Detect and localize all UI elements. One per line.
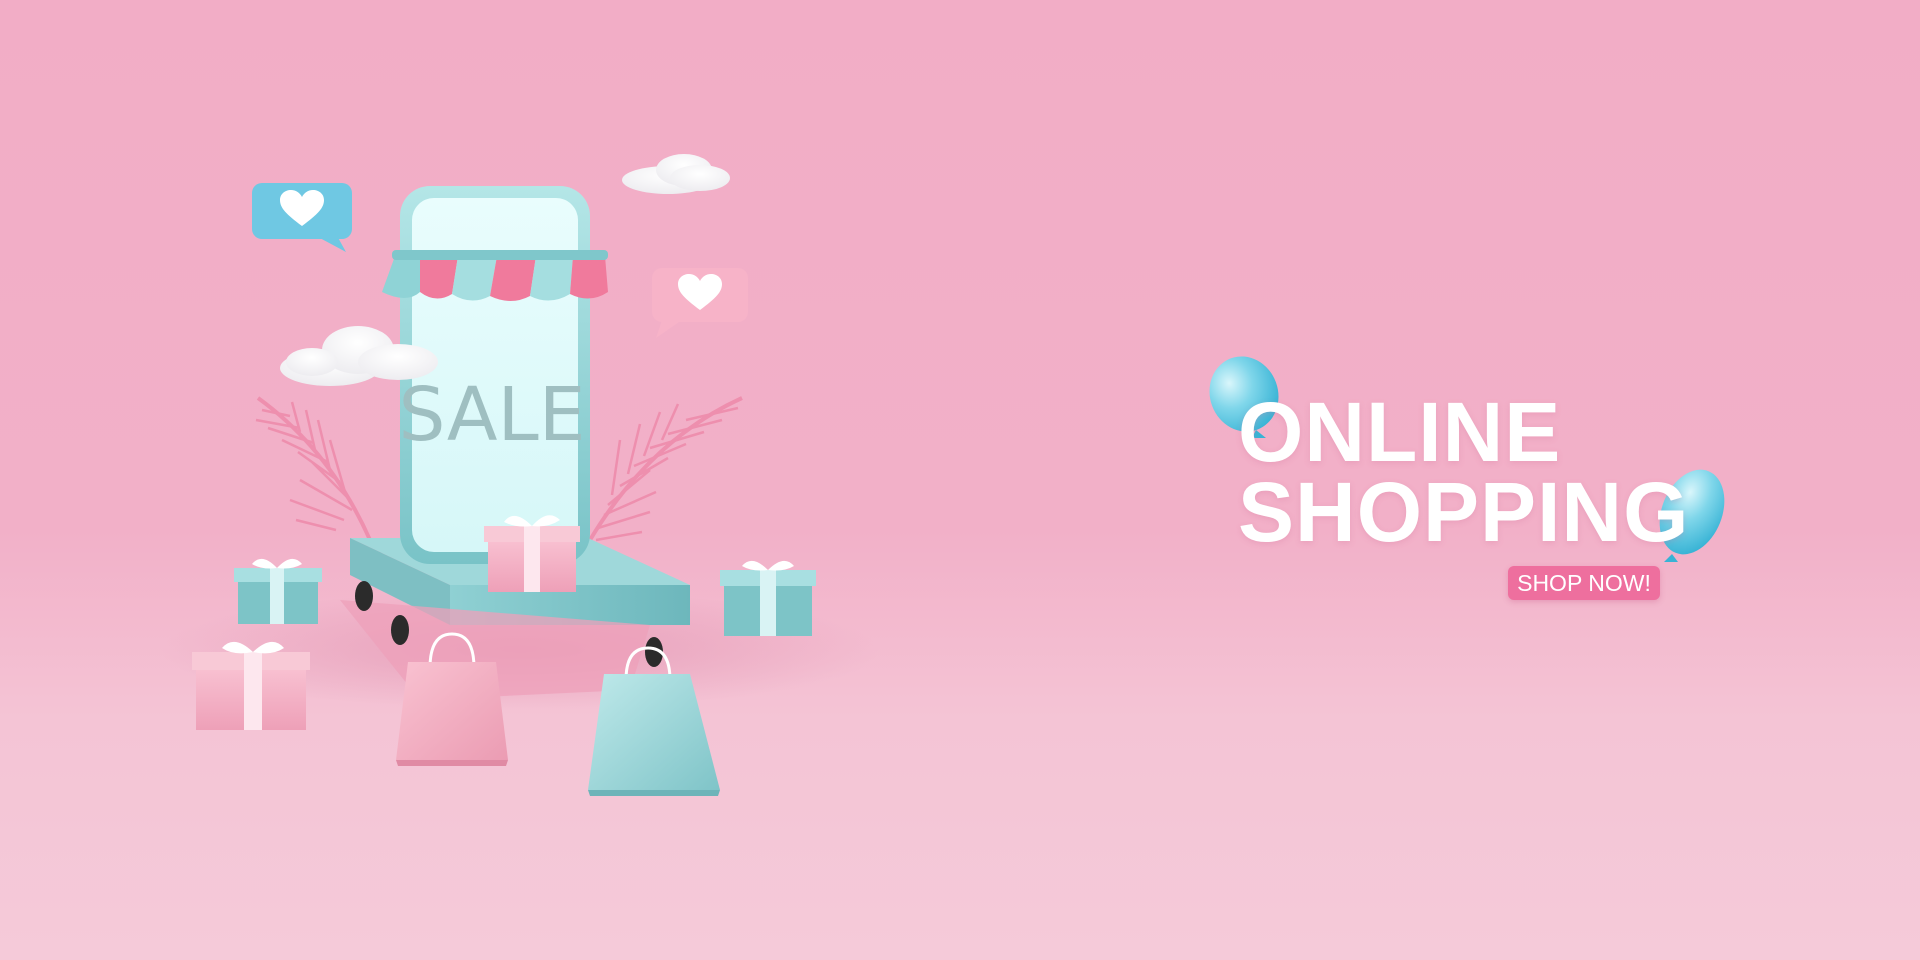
headline-line-online: ONLINE (1238, 385, 1562, 479)
shop-now-button[interactable]: SHOP NOW! (1508, 566, 1660, 600)
cloud-icon (622, 154, 730, 194)
awning-icon (382, 250, 608, 301)
heart-chat-bubble-icon (252, 183, 352, 252)
gift-box-icon (234, 558, 322, 624)
gift-box-icon (484, 515, 580, 592)
headline: ONLINE SHOPPING (1238, 385, 1690, 559)
palm-leaf-icon (588, 396, 743, 542)
online-shopping-banner: SALE ONLINE SHOPPING SHOP NOW! (0, 0, 1920, 960)
gift-box-icon (192, 641, 310, 730)
palm-leaf-icon (255, 396, 372, 541)
heart-chat-bubble-icon (652, 268, 748, 338)
sale-screen-text: SALE (399, 372, 586, 458)
gift-box-icon (720, 560, 816, 636)
headline-line-shopping: SHOPPING (1238, 465, 1690, 559)
